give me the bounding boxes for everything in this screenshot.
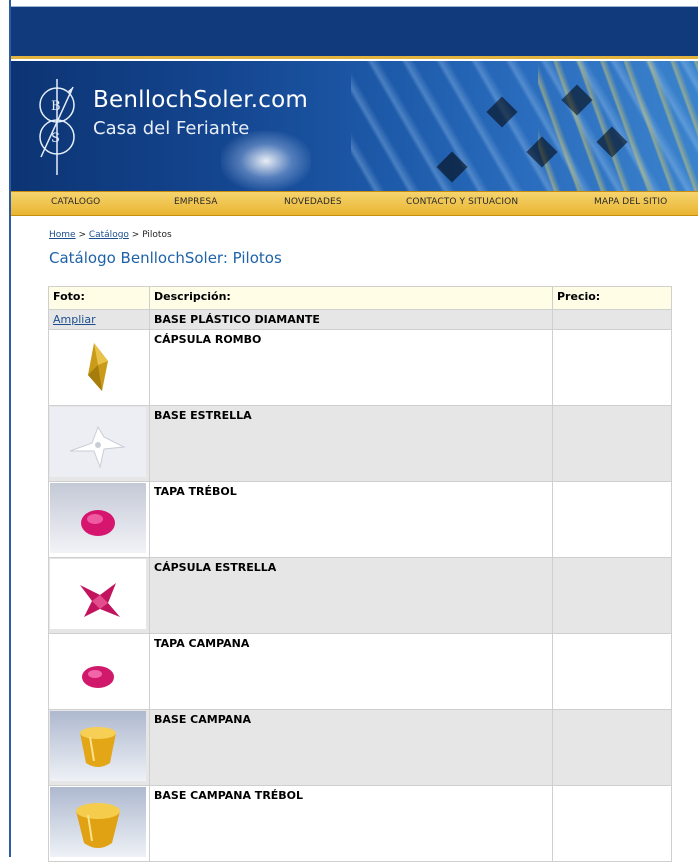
header-banner: B S BenllochSoler.com Casa del Feriante xyxy=(11,61,698,191)
price-cell xyxy=(552,633,672,710)
product-table: Foto: Descripción: Precio: Ampliar BASE … xyxy=(48,286,672,862)
table-row: TAPA CAMPANA xyxy=(48,633,672,710)
description-cell: BASE CAMPANA xyxy=(149,709,553,786)
header-descripcion: Descripción: xyxy=(149,286,553,310)
description-cell: TAPA CAMPANA xyxy=(149,633,553,710)
table-row: BASE CAMPANA xyxy=(48,709,672,786)
breadcrumb-current: Pilotos xyxy=(142,230,172,240)
breadcrumb-separator: > xyxy=(75,230,89,240)
page-title: Catálogo BenllochSoler: Pilotos xyxy=(49,249,282,267)
foto-cell xyxy=(48,709,150,786)
yellow-rhombus-capsule-icon[interactable] xyxy=(50,331,146,401)
price-cell xyxy=(552,481,672,558)
nav-item-catalogo[interactable]: CATALOGO xyxy=(51,197,100,207)
table-row: TAPA TRÉBOL xyxy=(48,481,672,558)
main-navigation: CATALOGO EMPRESA NOVEDADES CONTACTO Y SI… xyxy=(11,191,698,216)
table-header-row: Foto: Descripción: Precio: xyxy=(48,286,672,310)
pink-star-capsule-icon[interactable] xyxy=(50,559,146,629)
breadcrumb: Home > Catálogo > Pilotos xyxy=(49,230,172,240)
nav-item-mapa-del-sitio[interactable]: MAPA DEL SITIO xyxy=(594,197,667,207)
top-strip xyxy=(11,0,698,7)
logo-letter-b: B xyxy=(51,99,61,114)
white-star-base-icon[interactable] xyxy=(50,407,146,477)
header-precio: Precio: xyxy=(552,286,672,310)
price-cell xyxy=(552,709,672,786)
price-cell xyxy=(552,557,672,634)
foto-cell xyxy=(48,633,150,710)
yellow-bell-clover-base-icon[interactable] xyxy=(50,787,146,857)
breadcrumb-home-link[interactable]: Home xyxy=(49,230,76,240)
foto-cell xyxy=(48,405,150,482)
table-row: BASE ESTRELLA xyxy=(48,405,672,482)
foto-cell xyxy=(48,481,150,558)
ampliar-link[interactable]: Ampliar xyxy=(53,313,96,326)
banner-gold-stripes xyxy=(538,61,698,191)
table-row: CÁPSULA ESTRELLA xyxy=(48,557,672,634)
foto-cell xyxy=(48,329,150,406)
nav-item-novedades[interactable]: NOVEDADES xyxy=(284,197,342,207)
nav-item-contacto[interactable]: CONTACTO Y SITUACION xyxy=(406,197,518,207)
pink-clover-cap-icon[interactable] xyxy=(50,483,146,553)
brand-subtitle: Casa del Feriante xyxy=(93,118,250,139)
nav-item-empresa[interactable]: EMPRESA xyxy=(174,197,218,207)
description-cell: CÁPSULA ROMBO xyxy=(149,329,553,406)
description-cell: BASE PLÁSTICO DIAMANTE xyxy=(149,309,553,330)
breadcrumb-separator: > xyxy=(128,230,143,240)
foto-cell xyxy=(48,785,150,862)
description-cell: BASE CAMPANA TRÉBOL xyxy=(149,785,553,862)
price-cell xyxy=(552,309,672,330)
breadcrumb-catalog-link[interactable]: Catálogo xyxy=(89,230,129,240)
yellow-bell-base-icon[interactable] xyxy=(50,711,146,781)
header-foto: Foto: xyxy=(48,286,150,310)
banner-glow xyxy=(221,131,311,191)
description-cell: BASE ESTRELLA xyxy=(149,405,553,482)
foto-cell: Ampliar xyxy=(48,309,150,330)
description-cell: TAPA TRÉBOL xyxy=(149,481,553,558)
table-row: Ampliar BASE PLÁSTICO DIAMANTE xyxy=(48,309,672,330)
logo-letter-s: S xyxy=(51,131,60,146)
pink-bell-cap-icon[interactable] xyxy=(50,635,146,705)
top-bar xyxy=(11,7,698,56)
table-row: CÁPSULA ROMBO xyxy=(48,329,672,406)
price-cell xyxy=(552,785,672,862)
price-cell xyxy=(552,405,672,482)
price-cell xyxy=(552,329,672,406)
foto-cell xyxy=(48,557,150,634)
compass-logo-icon: B S xyxy=(39,79,75,175)
brand-title: BenllochSoler.com xyxy=(93,87,308,113)
description-cell: CÁPSULA ESTRELLA xyxy=(149,557,553,634)
table-row: BASE CAMPANA TRÉBOL xyxy=(48,785,672,862)
